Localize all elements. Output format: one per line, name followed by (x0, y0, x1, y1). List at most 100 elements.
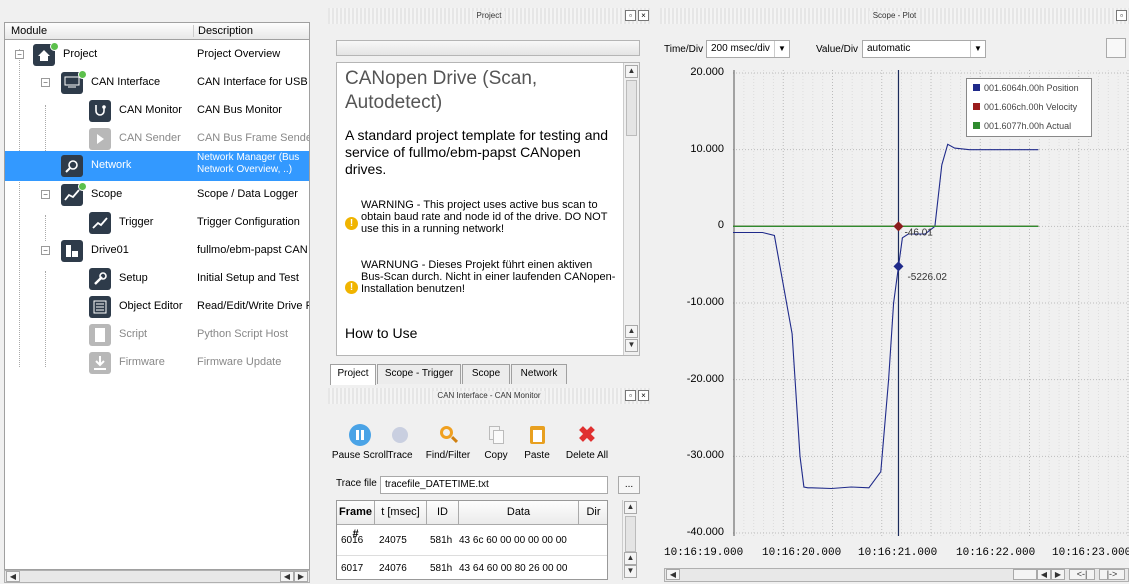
nav-prev-button[interactable]: <-| (1069, 569, 1095, 580)
warning-german: WARNUNG - Dieses Projekt führt einen akt… (361, 259, 616, 295)
tree-desc: CAN Interface for USB (197, 76, 308, 88)
scroll-up-icon[interactable]: ▲ (624, 552, 637, 565)
delete-all-button[interactable]: ✖ Delete All (556, 424, 618, 462)
tab-scope[interactable]: Scope (462, 364, 510, 384)
y-tick-label: -10.000 (686, 296, 724, 308)
close-panel-icon[interactable]: × (638, 390, 649, 401)
scroll-up-icon[interactable]: ▲ (624, 501, 637, 514)
tree-horizontal-scrollbar[interactable]: ◀ ◀ ▶ (4, 570, 310, 583)
y-tick-label: -40.000 (686, 526, 724, 538)
tree-row-script[interactable]: Script Python Script Host (5, 321, 309, 349)
table-vertical-scrollbar[interactable]: ▲ ▲ ▼ (622, 500, 638, 580)
tab-network[interactable]: Network (511, 364, 567, 384)
wrench-icon (89, 268, 111, 290)
copy-plot-icon[interactable] (1106, 38, 1126, 58)
x-tick-label: 10:16:19.000 (664, 547, 744, 559)
tree-desc: fullmo/ebm-papst CAN (197, 244, 308, 256)
scroll-thumb[interactable] (625, 516, 636, 552)
nav-next-button[interactable]: |-> (1099, 569, 1125, 580)
scroll-left-icon[interactable]: ◀ (1037, 569, 1051, 580)
scroll-left-icon[interactable]: ◀ (6, 571, 20, 582)
warning-icon: ! (345, 217, 358, 230)
project-vertical-scrollbar[interactable]: ▲ ▲ ▼ (623, 63, 639, 355)
cursor-marker (893, 261, 904, 272)
tree-row-drive01[interactable]: − Drive01 fullmo/ebm-papst CAN (5, 237, 309, 265)
tree-desc: Python Script Host (197, 328, 289, 340)
time-div-select[interactable]: 200 msec/div ▼ (706, 40, 790, 58)
tree-label: CAN Interface (91, 76, 161, 88)
tree-row-trigger[interactable]: Trigger Trigger Configuration (5, 209, 309, 237)
column-module-header[interactable]: Module (11, 25, 47, 37)
y-tick-label: 20.000 (690, 66, 724, 78)
tree-desc: Read/Edit/Write Drive P (197, 300, 309, 312)
column-header[interactable]: ID (427, 501, 459, 525)
tree-desc: CAN Bus Monitor (197, 104, 282, 116)
float-panel-icon[interactable]: ▫ (625, 10, 636, 21)
paste-button[interactable]: Paste (512, 424, 562, 461)
float-panel-icon[interactable]: ▫ (625, 390, 636, 401)
scroll-up-icon[interactable]: ▲ (625, 65, 638, 78)
column-header[interactable]: Data (459, 501, 579, 525)
scroll-down-icon[interactable]: ▼ (625, 339, 638, 352)
scroll-right-icon[interactable]: ▶ (294, 571, 308, 582)
scroll-thumb[interactable] (626, 80, 637, 136)
scope-panel-titlebar: Scope - Plot ▫ (660, 8, 1129, 24)
tree-label: Scope (91, 188, 123, 200)
tree-row-can-monitor[interactable]: CAN Monitor CAN Bus Monitor (5, 97, 309, 125)
tree-row-network[interactable]: Network Network Manager (Bus Network Over… (5, 151, 309, 181)
tree-label: Object Editor (119, 300, 183, 312)
column-header[interactable]: t [msec] (375, 501, 427, 525)
project-tab-bar: Project Scope - Trigger Scope Network (330, 364, 650, 386)
project-intro: A standard project template for testing … (345, 127, 609, 177)
x-tick-label: 10:16:21.000 (858, 547, 938, 559)
value-div-value: automatic (867, 43, 911, 54)
scope-plot[interactable]: -46.01 -5226.02 (733, 70, 1129, 536)
panel-title: Project (472, 11, 506, 20)
trace-file-input[interactable]: tracefile_DATETIME.txt (380, 476, 608, 494)
cell-data: 43 6c 60 00 00 00 00 00 (459, 535, 567, 546)
plot-horizontal-scrollbar[interactable]: ◀ ◀ ▶ <-| |-> (664, 568, 1129, 582)
project-progress-bar (336, 40, 640, 56)
module-tree[interactable]: − Project Project Overview − CAN Interfa… (4, 22, 310, 570)
column-header[interactable]: Frame # (337, 501, 375, 540)
project-panel-titlebar: Project ▫ × (328, 8, 650, 24)
column-header[interactable]: Dir (579, 501, 607, 525)
scroll-right-icon[interactable]: ▶ (1051, 569, 1065, 580)
tree-row-scope[interactable]: − Scope Scope / Data Logger (5, 181, 309, 209)
paste-icon (526, 424, 548, 446)
warning-english: WARNING - This project uses active bus s… (361, 199, 608, 235)
column-description-header[interactable]: Description (193, 25, 253, 37)
tool-label: Copy (484, 450, 508, 461)
project-description-view[interactable]: CANopen Drive (Scan, Autodetect) A stand… (336, 62, 640, 356)
tab-project[interactable]: Project (330, 364, 376, 385)
tree-row-can-sender[interactable]: CAN Sender CAN Bus Frame Sender (5, 125, 309, 153)
tree-label: Network (91, 159, 132, 171)
tree-label: CAN Monitor (119, 104, 182, 116)
scroll-up-icon[interactable]: ▲ (625, 325, 638, 338)
can-frame-table[interactable]: Frame # t [msec] ID Data Dir 6016 24075 … (336, 500, 608, 580)
legend-item: 001.606ch.00h Velocity (967, 98, 1091, 117)
drive-icon (61, 240, 83, 262)
tree-row-object-editor[interactable]: Object Editor Read/Edit/Write Drive P (5, 293, 309, 321)
close-panel-icon[interactable]: × (638, 10, 649, 21)
browse-button[interactable]: ... (618, 476, 640, 494)
tool-label: Find/Filter (425, 450, 471, 461)
tree-row-firmware[interactable]: Firmware Firmware Update (5, 349, 309, 377)
cell-frame: 6017 (341, 563, 364, 574)
tab-scope-trigger[interactable]: Scope - Trigger (377, 364, 461, 384)
tree-row-setup[interactable]: Setup Initial Setup and Test (5, 265, 309, 293)
scroll-left-icon[interactable]: ◀ (666, 569, 680, 580)
stethoscope-icon (89, 100, 111, 122)
float-panel-icon[interactable]: ▫ (1116, 10, 1127, 21)
tree-desc: Project Overview (197, 48, 281, 60)
scroll-left-icon[interactable]: ◀ (280, 571, 294, 582)
scroll-down-icon[interactable]: ▼ (624, 565, 637, 578)
cell-frame: 6016 (341, 535, 364, 546)
value-div-select[interactable]: automatic ▼ (862, 40, 986, 58)
scroll-thumb[interactable] (1013, 569, 1037, 580)
legend-item: 001.6064h.00h Position (967, 79, 1091, 98)
pause-icon (349, 424, 371, 446)
tree-row-project[interactable]: − Project Project Overview (5, 41, 309, 69)
tree-row-can-interface[interactable]: − CAN Interface CAN Interface for USB (5, 69, 309, 97)
cursor-marker (893, 221, 904, 232)
